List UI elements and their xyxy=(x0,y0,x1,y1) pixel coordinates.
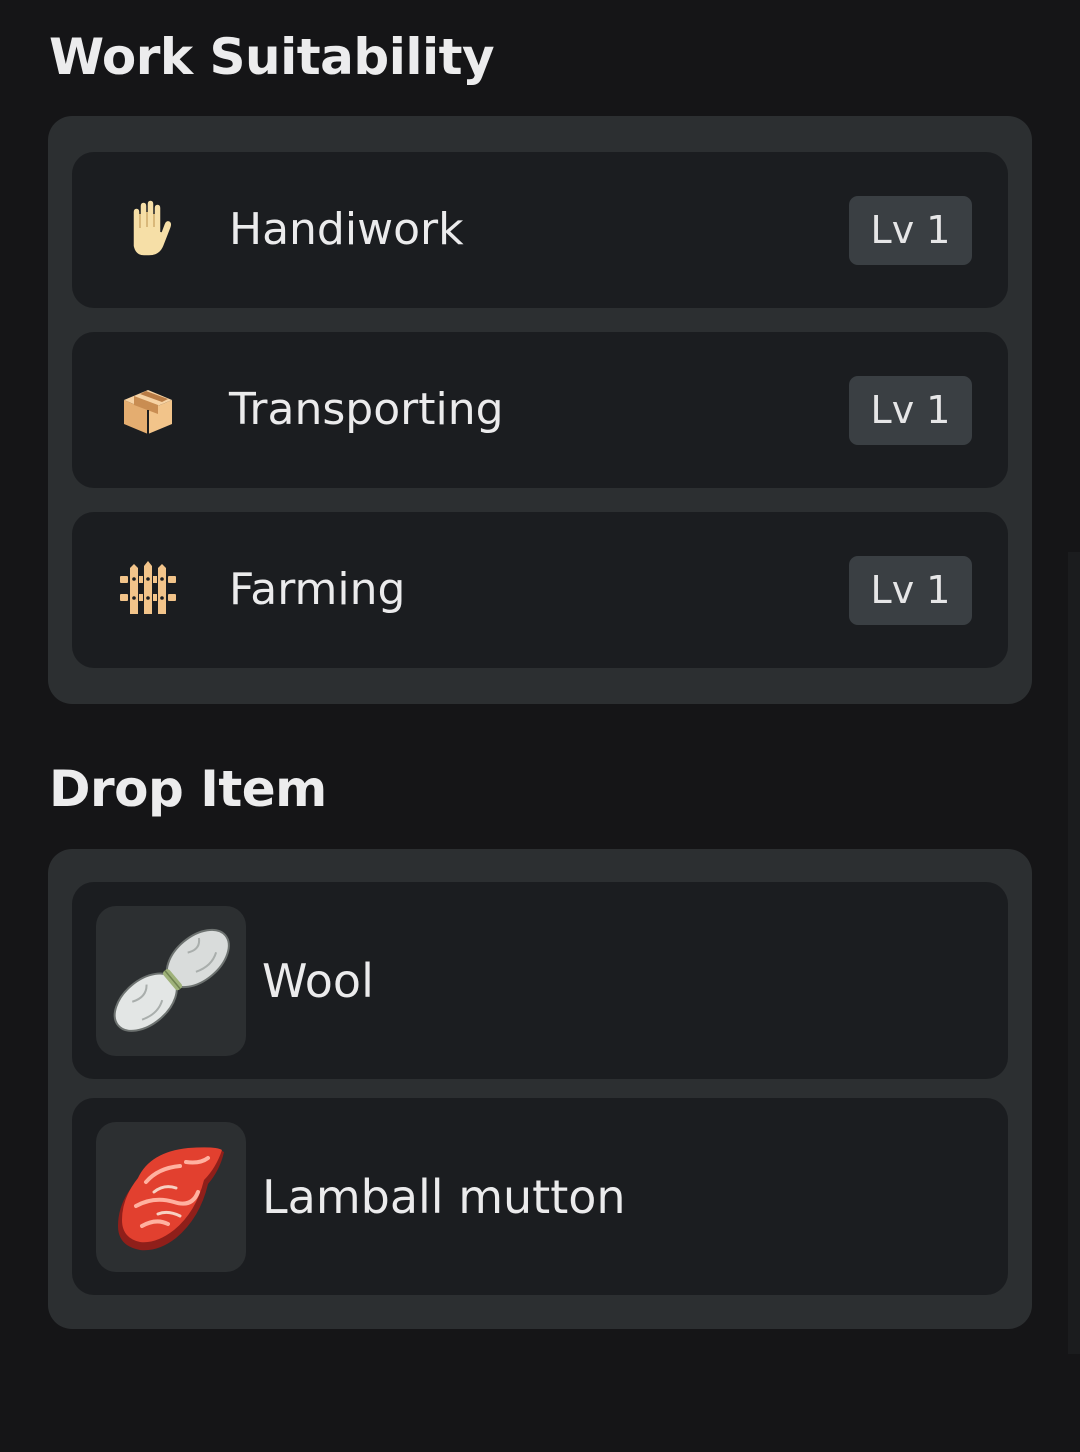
scrollbar[interactable] xyxy=(1068,552,1080,1354)
work-row-farming[interactable]: Farming Lv 1 xyxy=(72,512,1008,668)
work-label-transporting: Transporting xyxy=(229,384,504,435)
work-row-handiwork[interactable]: Handiwork Lv 1 xyxy=(72,152,1008,308)
drop-item-title: Drop Item xyxy=(49,760,327,818)
level-badge-handiwork: Lv 1 xyxy=(849,196,972,265)
work-row-transporting[interactable]: Transporting Lv 1 xyxy=(72,332,1008,488)
level-badge-transporting: Lv 1 xyxy=(849,376,972,445)
level-badge-farming: Lv 1 xyxy=(849,556,972,625)
work-suitability-panel: Handiwork Lv 1 Transporting Lv 1 Farming… xyxy=(48,116,1032,704)
box-icon xyxy=(116,378,180,442)
mutton-icon xyxy=(96,1122,246,1272)
work-suitability-title: Work Suitability xyxy=(49,28,495,86)
drop-row-lamball-mutton[interactable]: Lamball mutton xyxy=(72,1098,1008,1295)
drop-label-lamball-mutton: Lamball mutton xyxy=(262,1170,626,1224)
work-label-farming: Farming xyxy=(229,564,406,615)
pal-details-page: Work Suitability Handiwork Lv 1 Transpor… xyxy=(0,0,1080,1452)
drop-row-wool[interactable]: Wool xyxy=(72,882,1008,1079)
drop-label-wool: Wool xyxy=(262,954,374,1008)
hand-icon xyxy=(116,198,180,262)
wool-icon xyxy=(96,906,246,1056)
fence-icon xyxy=(116,558,180,622)
work-label-handiwork: Handiwork xyxy=(229,204,464,255)
drop-item-panel: Wool Lamball mutton xyxy=(48,849,1032,1329)
